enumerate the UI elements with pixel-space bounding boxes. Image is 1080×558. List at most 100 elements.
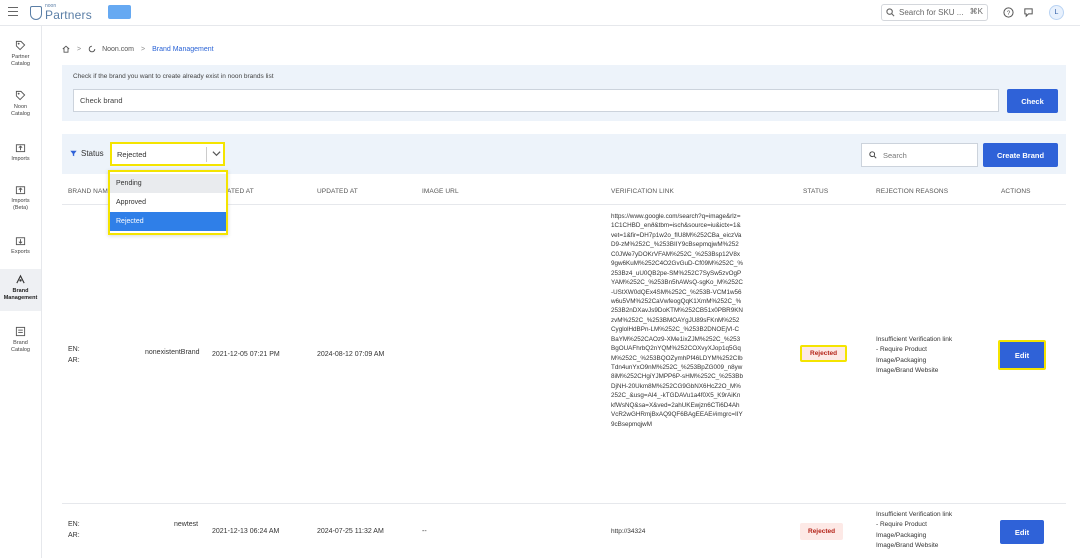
sidebar-item-label: Catalog (11, 61, 30, 68)
filter-panel: Status Rejected Search Create Brand (62, 134, 1066, 174)
logo-icon (30, 5, 42, 20)
language-labels: EN: AR: (68, 520, 80, 542)
avatar[interactable]: L (1049, 5, 1064, 20)
status-label: Status (81, 149, 104, 158)
check-button[interactable]: Check (1007, 89, 1058, 113)
sidebar-item-noon-catalog[interactable]: Noon Catalog (0, 90, 41, 119)
upload-icon (15, 144, 26, 153)
edit-button[interactable]: Edit (998, 340, 1046, 370)
brand-search-placeholder: Search (883, 150, 907, 160)
select-divider (206, 147, 207, 162)
column-header-updated-at: Updated At (317, 188, 358, 195)
breadcrumb-root[interactable]: Noon.com (102, 46, 134, 53)
status-filter: Status (70, 149, 104, 158)
catalog-icon (15, 326, 26, 337)
create-brand-button[interactable]: Create Brand (983, 143, 1058, 167)
rejection-reasons: Insufficient Verification link - Require… (876, 510, 952, 552)
reason-line: Image/Packaging (876, 356, 927, 364)
noon-partners-logo[interactable]: noon Partners (30, 4, 92, 21)
breadcrumb-current: Brand Management (152, 45, 214, 53)
reason-line: Insufficient Verification link (876, 336, 953, 343)
check-brand-panel: Check if the brand you want to create al… (62, 65, 1066, 121)
sidebar-item-label: Partner (11, 54, 30, 60)
en-label: EN: (68, 521, 80, 528)
sidebar-item-label: Management (3, 295, 38, 302)
column-header-status: Status (803, 188, 829, 195)
sidebar-item-label: Catalog (11, 111, 30, 118)
breadcrumb-separator: > (141, 45, 146, 53)
search-icon (869, 151, 877, 159)
ar-label: AR: (68, 531, 80, 539)
check-brand-hint: Check if the brand you want to create al… (73, 73, 274, 80)
store-selector-chip[interactable] (108, 5, 131, 19)
sidebar-item-imports-beta[interactable]: Imports (Beta) (0, 184, 41, 213)
brand-icon (16, 274, 25, 284)
column-header-verification-link: Verification Link (611, 188, 674, 195)
sidebar-item-label: Imports (11, 198, 30, 204)
breadcrumb-separator: > (77, 45, 82, 53)
search-icon (886, 8, 895, 17)
announcement-icon[interactable] (1022, 6, 1034, 18)
column-header-created-at: ated At (227, 188, 254, 195)
status-option-rejected[interactable]: Rejected (110, 212, 226, 231)
check-brand-input[interactable]: Check brand (73, 89, 999, 112)
created-at: 2021-12-13 06:24 AM (212, 528, 280, 535)
status-badge: Rejected (800, 523, 844, 540)
ar-label: AR: (68, 356, 80, 364)
language-labels: EN: AR: (68, 345, 80, 367)
tag-icon (15, 90, 26, 101)
status-dropdown-menu: Pending Approved Rejected (108, 170, 228, 235)
column-header-rejection-reasons: Rejection Reasons (876, 188, 949, 195)
shortcut-hint: ⌘K (969, 7, 983, 16)
sidebar-item-label: Brand (13, 340, 28, 346)
status-badge: Rejected (800, 345, 848, 362)
sidebar-item-label: Noon (13, 104, 28, 110)
column-header-actions: Actions (1001, 188, 1031, 195)
rejection-reasons: Insufficient Verification link - Require… (876, 335, 952, 377)
reason-line: Insufficient Verification link (876, 511, 953, 518)
breadcrumb: > Noon.com > Brand Management (62, 45, 214, 53)
sidebar-item-brand-catalog[interactable]: Brand Catalog (0, 326, 41, 355)
reason-line: - Require Product (876, 346, 927, 354)
brand-search-input[interactable]: Search (861, 143, 978, 167)
sidebar-item-imports[interactable]: Imports (0, 142, 41, 163)
updated-at: 2024-07-25 11:32 AM (317, 528, 384, 535)
menu-icon[interactable] (8, 7, 18, 16)
status-option-pending[interactable]: Pending (110, 174, 226, 193)
sidebar-item-label: Exports (11, 249, 30, 255)
sidebar-item-exports[interactable]: Exports (0, 235, 41, 256)
status-select[interactable]: Rejected (110, 142, 225, 166)
status-option-approved[interactable]: Approved (110, 193, 226, 212)
sidebar-item-label: (Beta) (13, 205, 28, 212)
sidebar-item-brand-management[interactable]: Brand Management (0, 269, 41, 311)
row-divider (62, 503, 1066, 504)
upload-icon (15, 186, 26, 195)
tag-icon (15, 40, 26, 51)
sidebar-item-label: Imports (11, 156, 30, 162)
loading-icon (88, 45, 96, 53)
chevron-down-icon[interactable] (212, 150, 221, 157)
help-icon[interactable]: ? (1002, 6, 1014, 18)
top-bar: noon Partners Search for SKU ... ⌘K ? L (0, 0, 1080, 26)
edit-button[interactable]: Edit (1000, 520, 1044, 544)
sidebar-item-label: Brand (12, 288, 29, 294)
created-at: 2021-12-05 07:21 PM (212, 351, 280, 358)
reason-line: Image/Brand Website (876, 367, 939, 375)
sku-search-input[interactable]: Search for SKU ... ⌘K (881, 4, 988, 21)
sidebar-item-label: Catalog (11, 347, 30, 354)
home-icon[interactable] (62, 45, 70, 53)
verification-link[interactable]: http://34324 (611, 528, 645, 535)
updated-at: 2024-08-12 07:09 AM (317, 351, 385, 358)
reason-line: Image/Packaging (876, 531, 927, 539)
sidebar-item-partner-catalog[interactable]: Partner Catalog (0, 40, 41, 69)
reason-line: - Require Product (876, 521, 927, 529)
en-label: EN: (68, 346, 80, 353)
sku-search-placeholder: Search for SKU ... (899, 8, 964, 17)
download-icon (15, 237, 26, 246)
brand-name-en: nonexistentBrand (145, 349, 200, 356)
column-header-image-url: Image URL (422, 188, 459, 195)
verification-link[interactable]: https://www.google.com/search?q=image&rl… (611, 212, 743, 429)
logo-text: Partners (45, 8, 92, 22)
reason-line: Image/Brand Website (876, 542, 939, 550)
svg-text:?: ? (1006, 9, 1010, 16)
